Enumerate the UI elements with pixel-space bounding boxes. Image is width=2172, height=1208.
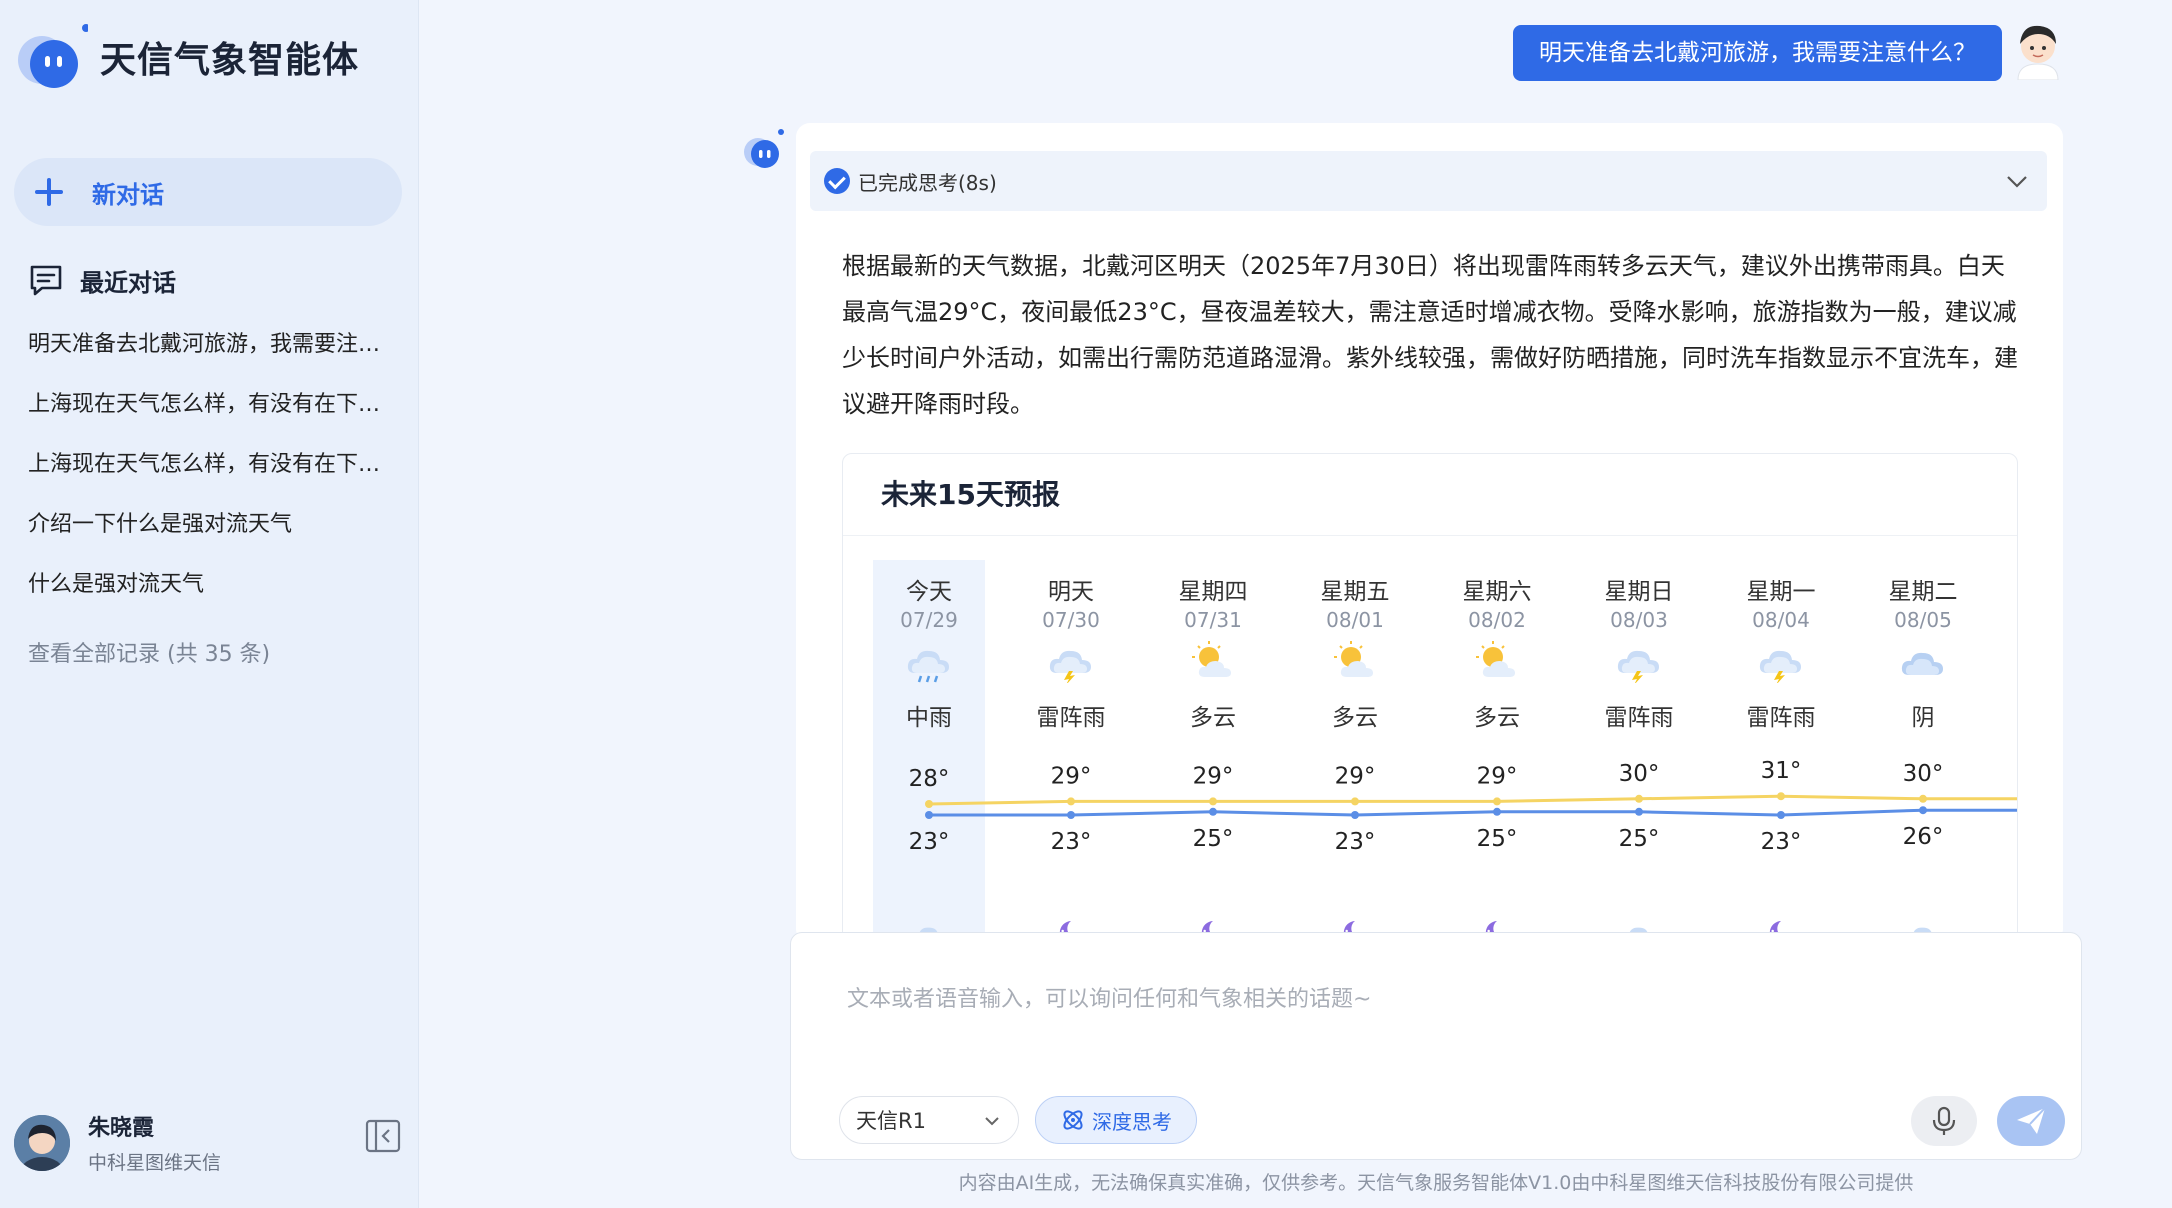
history-item[interactable]: 什么是强对流天气 (28, 560, 388, 620)
high-temp-label: 29° (1051, 763, 1092, 789)
high-temp-label: 29° (1477, 763, 1518, 789)
low-temp-line-point (925, 811, 933, 819)
voice-input-button[interactable] (1911, 1096, 1977, 1146)
chat-input-placeholder[interactable]: 文本或者语音输入，可以询问任何和气象相关的话题~ (847, 981, 1371, 1013)
high-temp-line (928, 794, 2017, 806)
low-temp-line-point (1209, 807, 1217, 816)
forecast-card: 未来15天预报 今天 07/29 中雨 明天 07/30 雷阵雨 星期四 07/31 多云 星期五… (842, 453, 2018, 943)
high-temp-line-point (925, 800, 933, 808)
low-temp-label: 23° (1335, 829, 1376, 855)
high-temp-label: 31° (1761, 758, 1802, 784)
high-temp-line-point (1777, 792, 1785, 801)
app-name: 天信气象智能体 (100, 40, 360, 81)
deep-think-button[interactable]: 深度思考 (1035, 1096, 1197, 1144)
app-logo: 天信气象智能体 (12, 22, 359, 92)
chevron-down-icon (2007, 176, 2027, 188)
low-temp-line-point (1919, 806, 1927, 815)
logo-bot-icon (12, 22, 90, 92)
assistant-answer-card: 已完成思考(8s) 根据最新的天气数据，北戴河区明天（2025年7月30日）将出… (796, 123, 2063, 943)
high-temp-line-point (1351, 797, 1359, 806)
answer-text: 根据最新的天气数据，北戴河区明天（2025年7月30日）将出现雷阵雨转多云天气，… (842, 252, 2018, 418)
thinking-status-bar[interactable]: 已完成思考(8s) (810, 151, 2047, 211)
model-select[interactable]: 天信R1 (839, 1096, 1019, 1144)
avatar (14, 1114, 70, 1171)
recent-chats-label: 最近对话 (80, 268, 176, 297)
chat-history-icon (30, 265, 62, 296)
high-temp-label: 29° (1193, 763, 1234, 789)
send-button[interactable] (1997, 1096, 2065, 1146)
low-temp-line-point (1635, 807, 1643, 816)
send-icon (2017, 1107, 2046, 1134)
high-temp-label: 29° (1335, 763, 1376, 789)
thinking-status-label: 已完成思考(8s) (858, 170, 997, 195)
plus-icon (32, 175, 66, 209)
microphone-icon (1932, 1106, 1956, 1135)
high-temp-line-point (1635, 794, 1643, 803)
low-temp-label: 25° (1477, 826, 1518, 852)
high-temp-label: 28° (909, 766, 950, 792)
low-temp-label: 23° (909, 829, 950, 855)
new-chat-label: 新对话 (92, 180, 164, 209)
user-org: 中科星图维天信 (88, 1152, 222, 1174)
high-temp-line-point (1919, 794, 1927, 803)
check-circle-icon (824, 168, 850, 194)
new-chat-button[interactable]: 新对话 (14, 158, 402, 226)
sidebar: 天信气象智能体 新对话 最近对话 明天准备去北戴河旅游，我需要注意什么？ 上海现… (0, 0, 419, 1208)
low-temp-line-point (1493, 807, 1501, 816)
recent-chats-header: 最近对话 (28, 262, 176, 298)
user-avatar (2010, 20, 2066, 81)
low-temp-label: 25° (1193, 826, 1234, 852)
high-temp-line-point (1493, 797, 1501, 806)
high-temp-label: 30° (1903, 761, 1944, 787)
low-temp-line (929, 808, 2017, 817)
low-temp-label: 23° (1761, 829, 1802, 855)
user-name: 朱晓霞 (88, 1116, 155, 1141)
high-temp-line-point (1067, 797, 1075, 806)
collapse-sidebar-icon (365, 1119, 401, 1153)
low-temp-label: 23° (1051, 829, 1092, 855)
low-temp-line-point (1067, 811, 1075, 819)
footer-disclaimer: 内容由AI生成，无法确保真实准确，仅供参考。天信气象服务智能体V1.0由中科星图… (958, 1172, 1914, 1194)
deep-think-label: 深度思考 (1092, 1109, 1172, 1134)
chevron-down-icon (985, 1117, 999, 1126)
user-message-bubble: 明天准备去北戴河旅游，我需要注意什么？ (1513, 25, 2002, 81)
model-select-value: 天信R1 (856, 1109, 926, 1133)
low-temp-label: 26° (1903, 824, 1944, 850)
temperature-chart: 28° 23° 29° 23° 29° 25° 29° 23° 29° 25° 30° 25° 31° 2… (909, 758, 2017, 855)
low-temp-line-point (1351, 811, 1359, 819)
low-temp-line-point (1777, 811, 1785, 819)
history-item[interactable]: 上海现在天气怎么样，有没有在下雨？ (28, 440, 388, 500)
assistant-avatar (740, 128, 784, 172)
chat-input-box[interactable]: 文本或者语音输入，可以询问任何和气象相关的话题~ 天信R1 深度思考 (790, 932, 2082, 1160)
collapse-sidebar-button[interactable] (365, 1118, 401, 1154)
user-profile[interactable]: 朱晓霞 中科星图维天信 (14, 1110, 221, 1175)
history-item[interactable]: 介绍一下什么是强对流天气 (28, 500, 388, 560)
chat-history-list: 明天准备去北戴河旅游，我需要注意什么？ 上海现在天气怎么样，有没有在下雨？ 上海… (28, 320, 388, 620)
high-temp-line-point (1209, 797, 1217, 806)
history-item[interactable]: 明天准备去北戴河旅游，我需要注意什么？ (28, 320, 388, 380)
low-temp-label: 25° (1619, 826, 1660, 852)
deep-think-icon (1063, 1110, 1083, 1130)
forecast-days: 今天 07/29 中雨 明天 07/30 雷阵雨 星期四 07/31 多云 星期五 08/01 多云星… (843, 454, 2017, 943)
high-temp-label: 30° (1619, 761, 1660, 787)
view-all-history-link[interactable]: 查看全部记录 (共 35 条) (28, 636, 270, 668)
history-item[interactable]: 上海现在天气怎么样，有没有在下雨？ (28, 380, 388, 440)
